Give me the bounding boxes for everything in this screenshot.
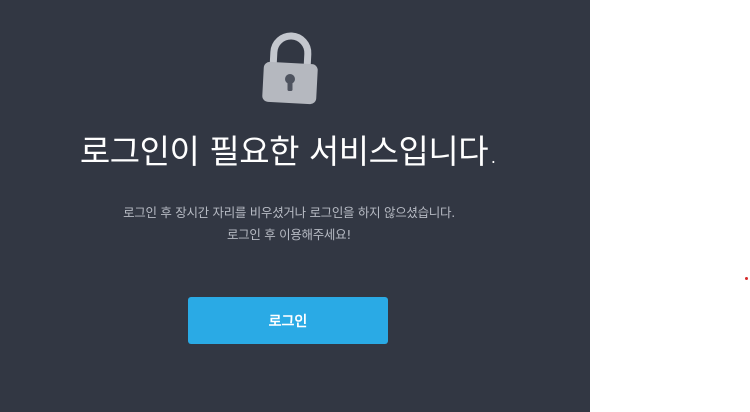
login-required-message: 로그인 후 장시간 자리를 비우셨거나 로그인을 하지 않으셨습니다. 로그인 … [0, 202, 578, 246]
message-line-2: 로그인 후 이용해주세요! [226, 227, 352, 242]
login-button[interactable]: 로그인 [188, 297, 388, 344]
message-line-1: 로그인 후 장시간 자리를 비우셨거나 로그인을 하지 않으셨습니다. [123, 205, 455, 220]
padlock-icon [262, 32, 318, 105]
page-title: 로그인이 필요한 서비스입니다. [79, 132, 499, 171]
login-required-panel: 로그인이 필요한 서비스입니다. 로그인 후 장시간 자리를 비우셨거나 로그인… [0, 0, 590, 412]
page: 로그인이 필요한 서비스입니다. 로그인 후 장시간 자리를 비우셨거나 로그인… [0, 0, 750, 412]
cursor-dot [745, 277, 748, 280]
